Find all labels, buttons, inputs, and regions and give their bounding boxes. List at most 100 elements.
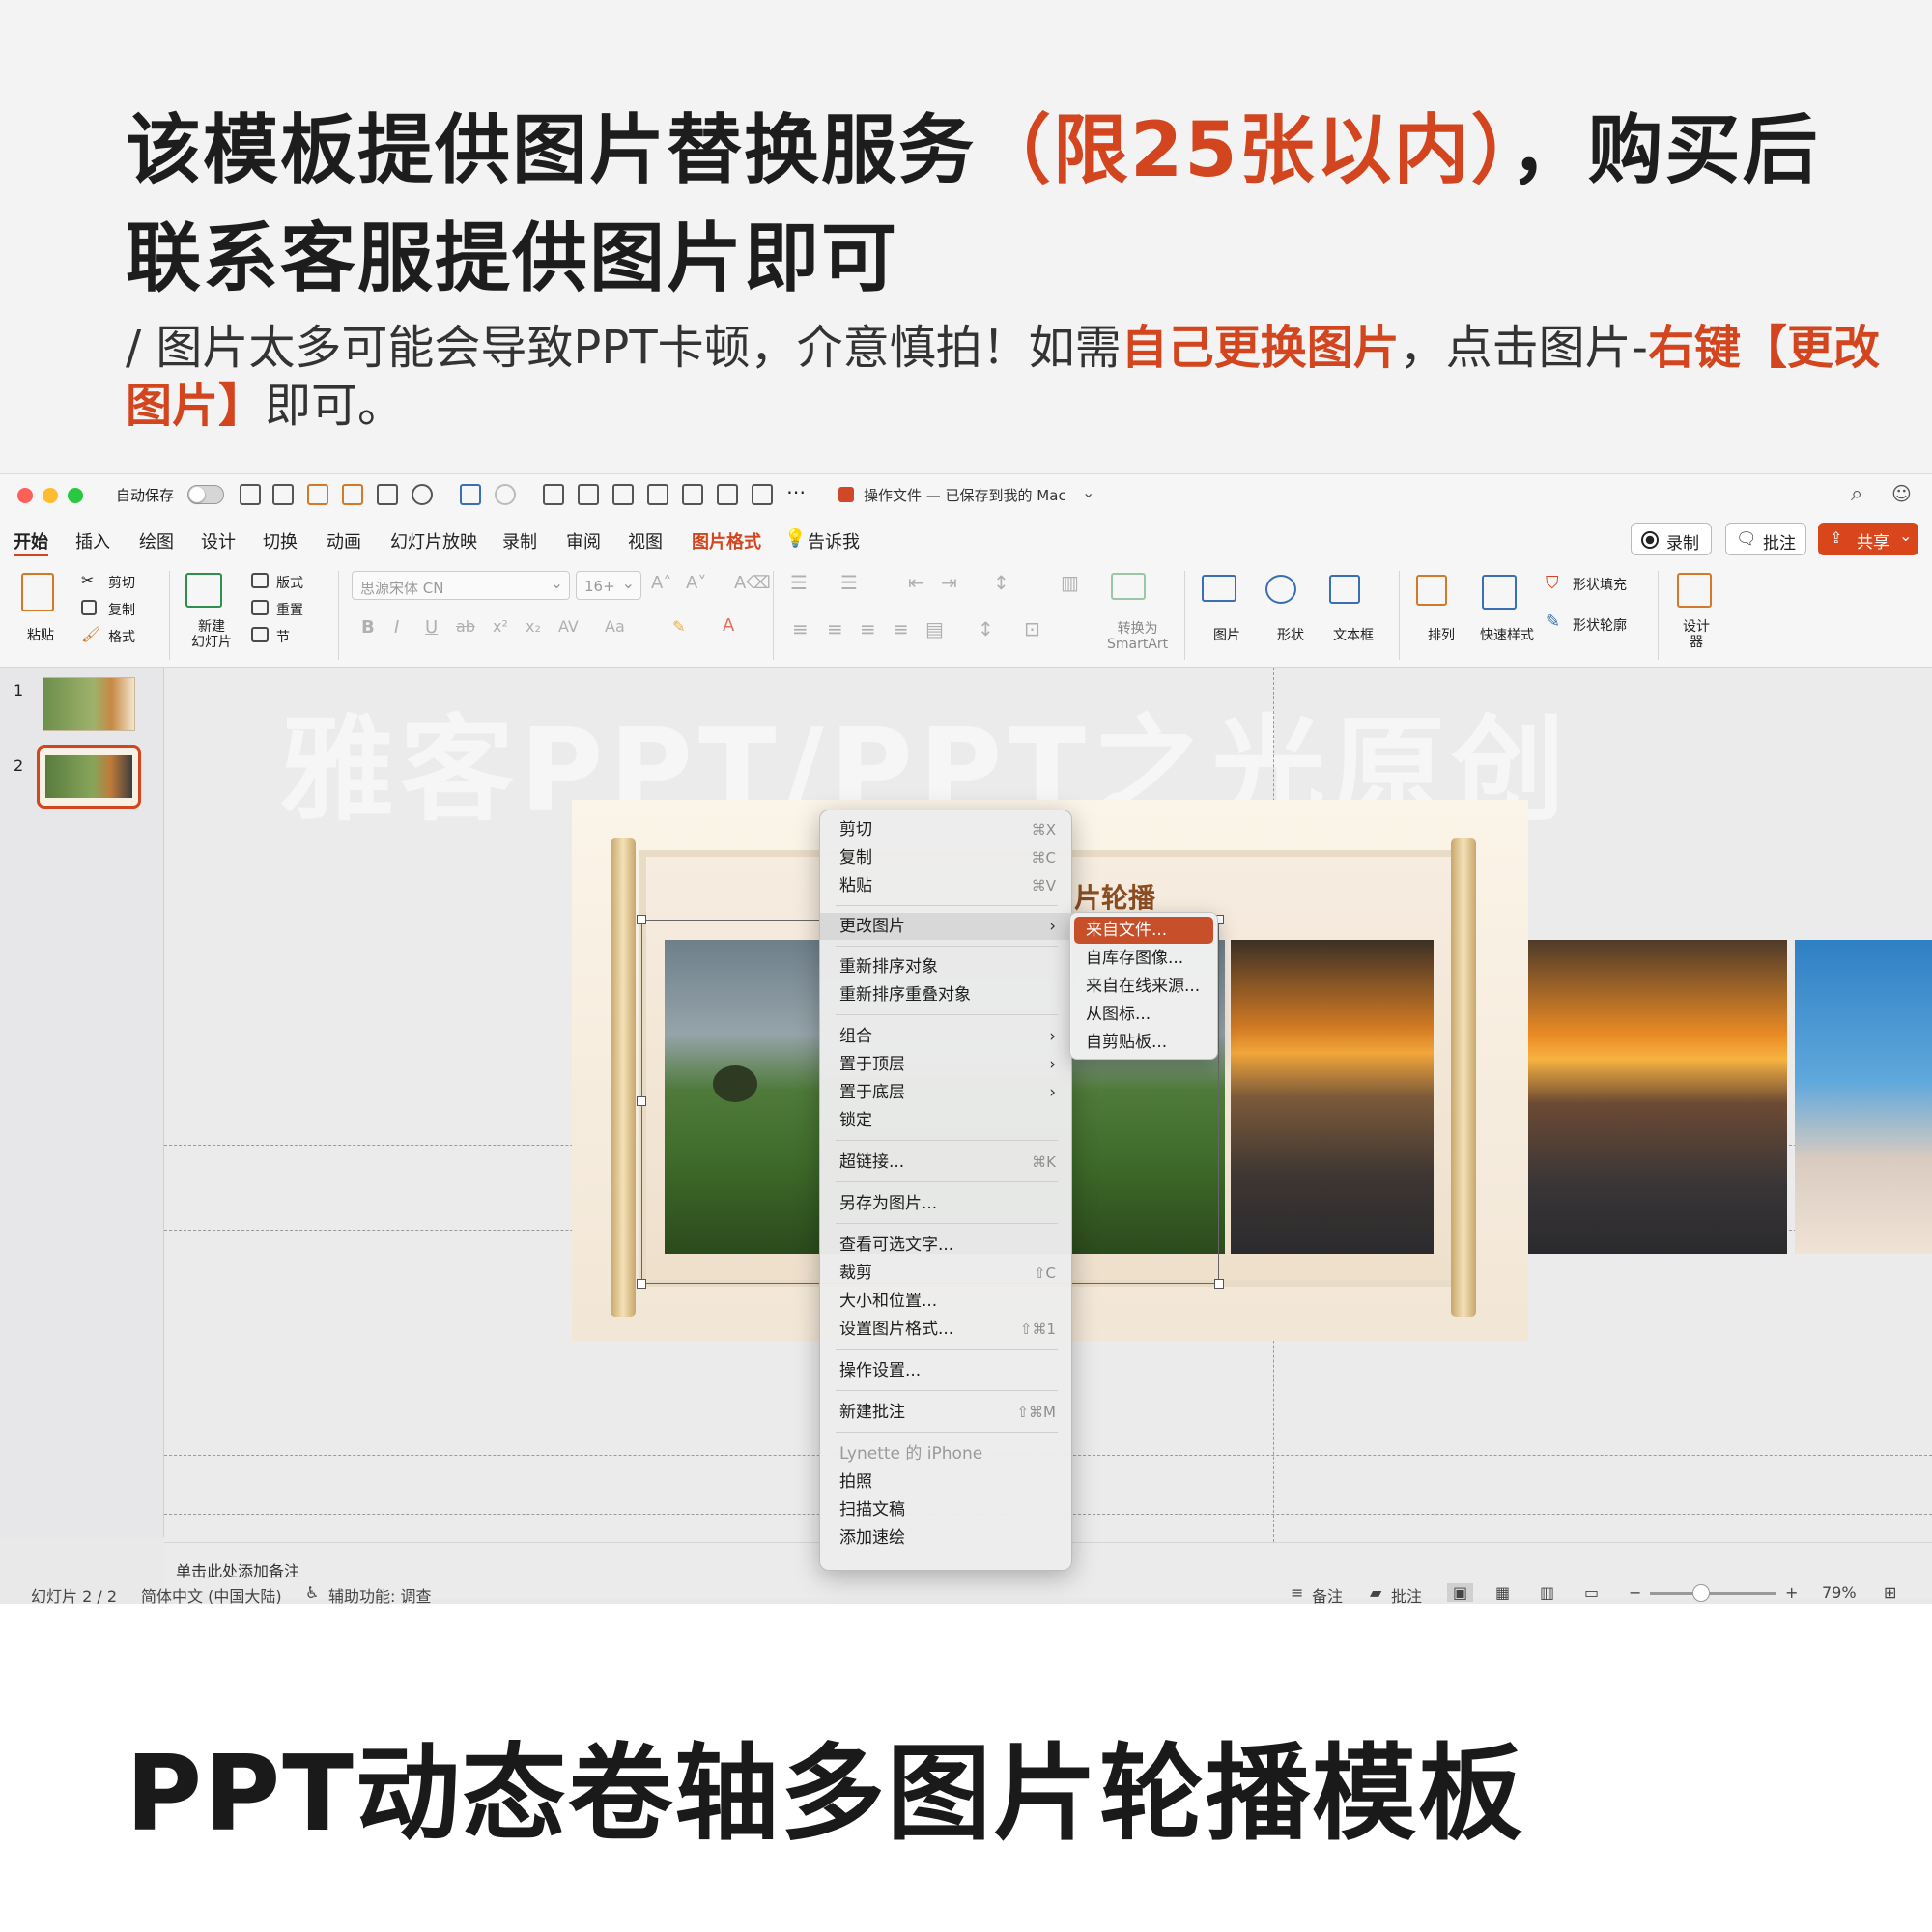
accessibility-icon[interactable]: ♿ — [305, 1583, 319, 1602]
menu-item-reorder-objects[interactable]: 重新排序对象 — [820, 953, 1073, 980]
tab-transitions[interactable]: 切换 — [263, 528, 298, 554]
menu-item-size-position[interactable]: 大小和位置... — [820, 1288, 1073, 1315]
normal-view-icon[interactable]: ▣ — [1447, 1583, 1474, 1602]
change-case-icon[interactable]: Aa — [605, 617, 625, 636]
font-size-select[interactable]: 16+ ⌄ — [576, 571, 641, 600]
save-icon[interactable] — [240, 484, 261, 505]
shape-button[interactable]: 形状 — [1277, 625, 1304, 644]
tab-draw[interactable]: 绘图 — [139, 528, 174, 554]
menu-item-group[interactable]: 组合 › — [820, 1023, 1073, 1050]
account-icon[interactable]: ☺ — [1891, 482, 1912, 505]
minimize-button[interactable] — [43, 488, 58, 503]
menu-item-send-to-back[interactable]: 置于底层 › — [820, 1079, 1073, 1106]
menu-item-cut[interactable]: 剪切 ⌘X — [820, 816, 1073, 843]
group-icon[interactable] — [307, 484, 328, 505]
underline-icon[interactable]: U — [425, 617, 438, 638]
tab-home[interactable]: 开始 — [14, 528, 48, 554]
tab-view[interactable]: 视图 — [628, 528, 663, 554]
comments-button[interactable]: 🗨 批注 — [1725, 523, 1806, 555]
menu-item-crop[interactable]: 裁剪 ⇧C — [820, 1260, 1073, 1287]
carousel-image-city-dusk[interactable] — [1528, 940, 1787, 1254]
numbering-icon[interactable]: ☰ — [840, 571, 858, 594]
record-button[interactable]: 录制 — [1631, 523, 1712, 555]
designer-icon[interactable] — [1677, 573, 1712, 608]
submenu-item-from-icons[interactable]: 从图标... — [1074, 1001, 1213, 1028]
menu-item-paste[interactable]: 粘贴 ⌘V — [820, 872, 1073, 899]
superscript-icon[interactable]: x² — [493, 617, 508, 636]
share-button[interactable]: ⇪ 共享 ⌄ — [1818, 523, 1918, 555]
align-right-text-icon[interactable]: ≡ — [860, 617, 876, 640]
document-title[interactable]: 操作文件 — 已保存到我的 Mac — [864, 485, 1066, 505]
menu-item-take-photo[interactable]: 拍照 — [820, 1468, 1073, 1495]
notes-toggle[interactable]: 备注 — [1312, 1583, 1343, 1604]
picture-icon[interactable] — [1202, 575, 1236, 602]
justify-icon[interactable]: ≡ — [893, 617, 909, 640]
slide-thumbnail[interactable] — [43, 677, 135, 731]
char-spacing-icon[interactable]: AV — [558, 617, 579, 636]
clear-format-icon[interactable]: A⌫ — [734, 573, 771, 593]
font-name-select[interactable]: 思源宋体 CN ⌄ — [352, 571, 570, 600]
autosave-toggle[interactable] — [187, 485, 224, 504]
arrange-large-icon[interactable] — [1416, 575, 1447, 606]
section-button[interactable]: 节 — [276, 627, 290, 646]
submenu-item-stock-images[interactable]: 自库存图像... — [1074, 945, 1213, 972]
menu-item-new-comment[interactable]: 新建批注 ⇧⌘M — [820, 1399, 1073, 1426]
tab-insert[interactable]: 插入 — [75, 528, 110, 554]
new-slide-label[interactable]: 新建 幻灯片 — [191, 619, 232, 650]
comments-toggle[interactable]: 批注 — [1391, 1583, 1422, 1604]
save-as-icon[interactable] — [272, 484, 294, 505]
slide-sorter-icon[interactable]: ▦ — [1495, 1583, 1510, 1602]
zoom-button[interactable] — [68, 488, 83, 503]
shape-fill-button[interactable]: 形状填充 — [1573, 575, 1627, 594]
tab-design[interactable]: 设计 — [201, 528, 236, 554]
font-color-icon[interactable]: A — [723, 615, 734, 636]
fit-to-window-icon[interactable]: ⊞ — [1884, 1583, 1896, 1602]
present-icon[interactable] — [377, 484, 398, 505]
carousel-image-sunset-city[interactable] — [1231, 940, 1434, 1254]
align-bottom-icon[interactable] — [682, 484, 703, 505]
convert-smartart-label[interactable]: 转换为 SmartArt — [1107, 621, 1168, 652]
resize-handle[interactable] — [637, 915, 646, 924]
bold-icon[interactable]: B — [361, 617, 375, 638]
resize-handle[interactable] — [1214, 1279, 1224, 1289]
zoom-in-icon[interactable]: + — [1785, 1583, 1798, 1602]
shapes-icon[interactable] — [412, 484, 433, 505]
tab-animations[interactable]: 动画 — [327, 528, 361, 554]
textbox-button[interactable]: 文本框 — [1333, 625, 1374, 644]
submenu-item-online-sources[interactable]: 来自在线来源... — [1074, 973, 1213, 1000]
align-left-text-icon[interactable]: ≡ — [792, 617, 809, 640]
arrange-icon[interactable] — [342, 484, 363, 505]
menu-item-change-picture[interactable]: 更改图片 › — [820, 913, 1073, 940]
menu-item-save-as-picture[interactable]: 另存为图片... — [820, 1190, 1073, 1217]
highlight-icon[interactable]: ✎ — [672, 617, 685, 636]
crop-icon[interactable] — [752, 484, 773, 505]
merge-shapes-icon[interactable] — [495, 484, 516, 505]
close-button[interactable] — [17, 488, 33, 503]
zoom-slider-thumb[interactable] — [1692, 1584, 1710, 1602]
menu-item-copy[interactable]: 复制 ⌘C — [820, 844, 1073, 871]
paste-label[interactable]: 粘贴 — [27, 625, 54, 644]
menu-item-hyperlink[interactable]: 超链接... ⌘K — [820, 1149, 1073, 1176]
align-left-icon[interactable] — [578, 484, 599, 505]
increase-indent-icon[interactable]: ⇥ — [941, 571, 957, 594]
tab-review[interactable]: 审阅 — [566, 528, 601, 554]
slide-thumbnail-selected[interactable] — [37, 745, 141, 809]
chevron-down-icon[interactable]: ⌄ — [1082, 483, 1094, 501]
menu-item-reorder-overlapping[interactable]: 重新排序重叠对象 — [820, 981, 1073, 1009]
align-center-icon[interactable] — [612, 484, 634, 505]
tab-record[interactable]: 录制 — [502, 528, 537, 554]
resize-handle[interactable] — [637, 1096, 646, 1106]
menu-item-format-picture[interactable]: 设置图片格式... ⇧⌘1 — [820, 1316, 1073, 1343]
menu-item-add-sketch[interactable]: 添加速绘 — [820, 1524, 1073, 1551]
reset-button[interactable]: 重置 — [276, 600, 303, 619]
zoom-slider[interactable] — [1650, 1592, 1776, 1595]
distributed-icon[interactable]: ▤ — [925, 617, 944, 640]
textbox-icon[interactable] — [460, 484, 481, 505]
copy-button[interactable]: 复制 — [108, 600, 135, 619]
zoom-level[interactable]: 79% — [1822, 1583, 1857, 1602]
decrease-indent-icon[interactable]: ⇤ — [908, 571, 924, 594]
accessibility-status[interactable]: 辅助功能: 调查 — [328, 1583, 431, 1604]
line-spacing-icon[interactable]: ↕ — [993, 571, 1009, 594]
language-status[interactable]: 简体中文 (中国大陆) — [141, 1583, 282, 1604]
quick-styles-icon[interactable] — [1482, 575, 1517, 610]
